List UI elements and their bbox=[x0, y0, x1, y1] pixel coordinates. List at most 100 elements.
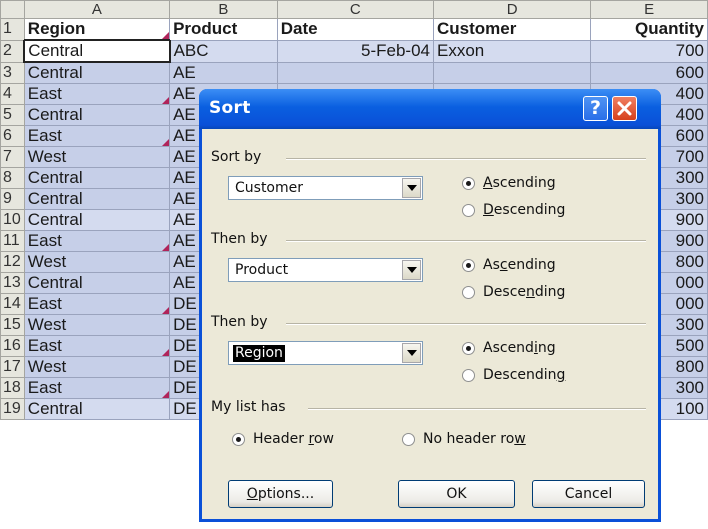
row-header[interactable]: 8 bbox=[0, 167, 25, 189]
cell-quantity[interactable]: 600 bbox=[590, 61, 708, 84]
cell-customer[interactable] bbox=[432, 61, 592, 84]
sort-dialog[interactable]: Sort ? Sort by Customer Ascending Descen… bbox=[199, 89, 661, 522]
radio-button[interactable] bbox=[462, 368, 475, 382]
then-by-1-descending-option[interactable]: Descending bbox=[462, 284, 565, 300]
sort-by-value: Customer bbox=[235, 180, 304, 196]
header-cell-date[interactable]: Date bbox=[276, 18, 434, 41]
radio-button[interactable] bbox=[462, 176, 475, 190]
row-header[interactable]: 13 bbox=[0, 272, 25, 294]
cell-region[interactable]: East bbox=[23, 125, 171, 147]
dialog-title-bar[interactable]: Sort ? bbox=[199, 89, 661, 129]
cell-product[interactable]: ABC bbox=[169, 39, 278, 63]
row-header[interactable]: 5 bbox=[0, 104, 25, 126]
then-by-1-label: Then by bbox=[211, 231, 268, 247]
divider bbox=[286, 323, 646, 325]
row-header[interactable]: 7 bbox=[0, 146, 25, 168]
row-header[interactable]: 10 bbox=[0, 209, 25, 231]
row-header[interactable]: 4 bbox=[0, 83, 25, 105]
label-text: ending bbox=[507, 257, 556, 273]
cell-region[interactable]: West bbox=[23, 356, 171, 378]
radio-button[interactable] bbox=[462, 258, 475, 272]
row-header[interactable]: 1 bbox=[0, 18, 25, 41]
label-text: scending bbox=[492, 175, 556, 191]
row-header[interactable]: 14 bbox=[0, 293, 25, 315]
then-by-1-select[interactable]: Product bbox=[228, 258, 423, 282]
header-cell-quantity[interactable]: Quantity bbox=[590, 18, 708, 41]
radio-button[interactable] bbox=[232, 432, 245, 446]
column-header-c[interactable]: C bbox=[276, 0, 434, 19]
cell-region[interactable]: West bbox=[23, 251, 171, 273]
cell-region[interactable]: East bbox=[23, 230, 171, 252]
radio-button[interactable] bbox=[462, 285, 475, 299]
cell-region[interactable]: Central bbox=[23, 104, 171, 126]
sort-by-dropdown-button[interactable] bbox=[402, 178, 421, 198]
header-row-option[interactable]: Header row bbox=[232, 431, 334, 447]
sort-by-descending-option[interactable]: Descending bbox=[462, 202, 565, 218]
label-text: escending bbox=[493, 202, 566, 218]
column-header-d[interactable]: D bbox=[432, 0, 592, 19]
column-header-b[interactable]: B bbox=[169, 0, 278, 19]
row-header[interactable]: 3 bbox=[0, 61, 25, 84]
row-header[interactable]: 17 bbox=[0, 356, 25, 378]
cell-date[interactable]: 5-Feb-04 bbox=[276, 39, 434, 63]
then-by-2-descending-option[interactable]: Descending bbox=[462, 367, 565, 383]
select-all-corner[interactable] bbox=[0, 0, 25, 19]
no-header-row-option[interactable]: No header row bbox=[402, 431, 526, 447]
cell-region[interactable]: West bbox=[23, 314, 171, 336]
row-header[interactable]: 19 bbox=[0, 398, 25, 420]
row-header[interactable]: 16 bbox=[0, 335, 25, 357]
options-button[interactable]: Options... bbox=[228, 480, 333, 508]
then-by-2-select[interactable]: Region bbox=[228, 341, 423, 365]
radio-button[interactable] bbox=[402, 432, 415, 446]
cell-region[interactable]: Central bbox=[23, 39, 171, 63]
label-text: ptions... bbox=[257, 486, 315, 502]
column-header-e[interactable]: E bbox=[590, 0, 708, 19]
close-button[interactable] bbox=[612, 96, 637, 121]
row-header[interactable]: 11 bbox=[0, 230, 25, 252]
row-header[interactable]: 18 bbox=[0, 377, 25, 399]
radio-label: Ascending bbox=[483, 257, 556, 273]
close-icon bbox=[617, 101, 632, 116]
cell-region[interactable]: Central bbox=[23, 167, 171, 189]
then-by-1-dropdown-button[interactable] bbox=[402, 260, 421, 280]
divider bbox=[286, 240, 646, 242]
cell-region[interactable]: Central bbox=[23, 398, 171, 420]
label-text: Header bbox=[253, 431, 309, 447]
comment-indicator-icon bbox=[162, 307, 169, 314]
sort-by-select[interactable]: Customer bbox=[228, 176, 423, 200]
sort-by-ascending-option[interactable]: Ascending bbox=[462, 175, 556, 191]
header-cell-customer[interactable]: Customer bbox=[432, 18, 592, 41]
help-button[interactable]: ? bbox=[583, 96, 608, 121]
cell-region[interactable]: Central bbox=[23, 272, 171, 294]
cancel-button[interactable]: Cancel bbox=[532, 480, 645, 508]
cell-region[interactable]: East bbox=[23, 293, 171, 315]
cell-region[interactable]: East bbox=[23, 83, 171, 105]
cell-customer[interactable]: Exxon bbox=[432, 39, 592, 63]
row-header[interactable]: 12 bbox=[0, 251, 25, 273]
cell-region[interactable]: Central bbox=[23, 188, 171, 210]
cell-region[interactable]: Central bbox=[23, 61, 171, 84]
row-header[interactable]: 6 bbox=[0, 125, 25, 147]
cell-product[interactable]: AE bbox=[169, 61, 278, 84]
row-header[interactable]: 15 bbox=[0, 314, 25, 336]
then-by-2-ascending-option[interactable]: Ascending bbox=[462, 340, 556, 356]
cell-text: East bbox=[27, 126, 62, 146]
radio-button[interactable] bbox=[462, 203, 475, 217]
then-by-2-dropdown-button[interactable] bbox=[402, 343, 421, 363]
header-cell-product[interactable]: Product bbox=[169, 18, 278, 41]
cell-region[interactable]: West bbox=[23, 146, 171, 168]
cell-region[interactable]: East bbox=[23, 335, 171, 357]
row-header[interactable]: 2 bbox=[0, 39, 25, 63]
cell-quantity[interactable]: 700 bbox=[590, 39, 708, 63]
cell-date[interactable] bbox=[276, 61, 434, 84]
radio-button[interactable] bbox=[462, 341, 475, 355]
then-by-2-value: Region bbox=[233, 345, 285, 362]
cell-region[interactable]: Central bbox=[23, 209, 171, 231]
column-header-a[interactable]: A bbox=[23, 0, 171, 19]
then-by-1-ascending-option[interactable]: Ascending bbox=[462, 257, 556, 273]
header-cell-region[interactable]: Region bbox=[23, 18, 171, 41]
cell-text: East bbox=[27, 378, 62, 398]
cell-region[interactable]: East bbox=[23, 377, 171, 399]
ok-button[interactable]: OK bbox=[398, 480, 515, 508]
row-header[interactable]: 9 bbox=[0, 188, 25, 210]
